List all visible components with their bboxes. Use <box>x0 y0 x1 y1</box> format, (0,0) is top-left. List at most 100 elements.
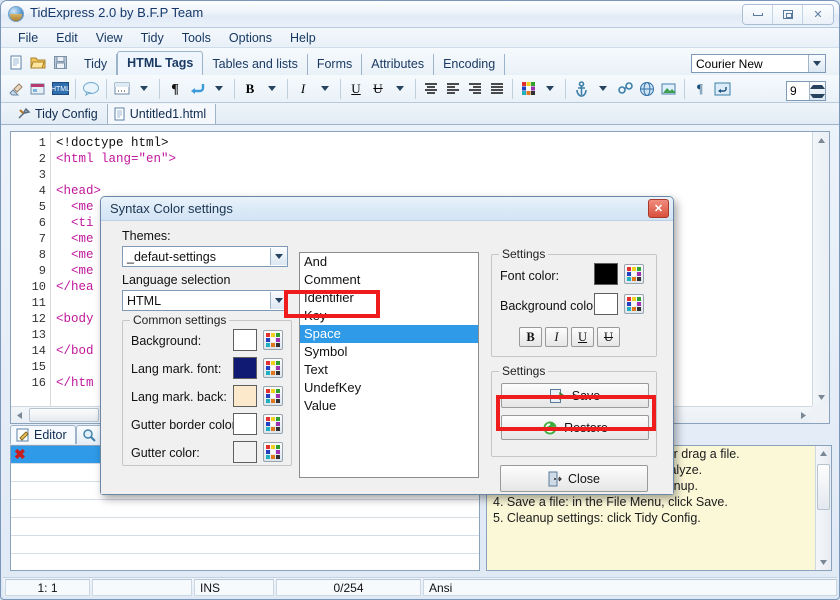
list-item-value[interactable]: Value <box>300 397 478 415</box>
menu-item-options[interactable]: Options <box>220 29 281 47</box>
bold-icon[interactable]: B <box>239 78 261 100</box>
bold-style-button[interactable]: B <box>519 327 542 347</box>
menu-item-help[interactable]: Help <box>281 29 325 47</box>
table-row[interactable] <box>11 518 479 536</box>
color-palette-icon[interactable] <box>517 78 539 100</box>
lang-mark-font-palette-icon[interactable] <box>263 358 283 378</box>
background-palette-icon[interactable] <box>263 330 283 350</box>
spinner-down[interactable] <box>810 91 825 100</box>
tab-forms[interactable]: Forms <box>308 54 363 75</box>
image-icon[interactable] <box>27 78 49 100</box>
table-row[interactable] <box>11 554 479 570</box>
list-item-and[interactable]: And <box>300 253 478 271</box>
list-item-space[interactable]: Space <box>300 325 478 343</box>
menu-item-view[interactable]: View <box>87 29 132 47</box>
image-insert-icon[interactable] <box>658 78 680 100</box>
anchor-icon[interactable] <box>570 78 592 100</box>
align-right-icon[interactable] <box>464 78 486 100</box>
menu-item-tools[interactable]: Tools <box>173 29 220 47</box>
chevron-down-icon[interactable] <box>270 248 287 265</box>
language-combo[interactable]: HTML <box>122 290 288 311</box>
maximize-button[interactable] <box>773 5 803 24</box>
spinner-arrows[interactable] <box>809 82 825 100</box>
gutter-color-palette-icon[interactable] <box>263 442 283 462</box>
list-item-identifier[interactable]: Identifier <box>300 289 478 307</box>
chevron-down-icon[interactable] <box>133 78 155 100</box>
editor-vertical-scrollbar[interactable] <box>812 132 829 406</box>
menu-item-file[interactable]: File <box>9 29 47 47</box>
scroll-right-icon[interactable] <box>795 407 812 424</box>
font-size-spinner[interactable]: 9 <box>786 81 826 101</box>
strikethrough-style-button[interactable]: U <box>597 327 620 347</box>
doc-tab-tidy-config[interactable]: Tidy Config <box>11 104 108 124</box>
link-icon[interactable] <box>614 78 636 100</box>
gutter-border-palette-icon[interactable] <box>263 414 283 434</box>
chevron-down-icon[interactable] <box>389 78 411 100</box>
tab-tidy[interactable]: Tidy <box>75 54 118 75</box>
doc-tab-untitled1-html[interactable]: Untitled1.html <box>107 104 217 124</box>
chevron-down-icon[interactable] <box>270 292 287 309</box>
tab-encoding[interactable]: Encoding <box>434 54 506 75</box>
scroll-up-icon[interactable] <box>813 132 830 149</box>
chevron-down-icon[interactable] <box>314 78 336 100</box>
list-item-symbol[interactable]: Symbol <box>300 343 478 361</box>
restore-button[interactable]: Restore <box>501 415 649 440</box>
font-name-combo[interactable]: Courier New <box>691 54 826 73</box>
div-icon[interactable] <box>111 78 133 100</box>
lang-mark-back-swatch[interactable] <box>233 385 257 407</box>
underline-style-button[interactable]: U <box>571 327 594 347</box>
font-color-palette-icon[interactable] <box>624 264 644 284</box>
table-row[interactable] <box>11 500 479 518</box>
scroll-down-icon[interactable] <box>816 555 831 570</box>
pilcrow-icon[interactable]: ¶ <box>689 78 711 100</box>
align-left-icon[interactable] <box>442 78 464 100</box>
tab-attributes[interactable]: Attributes <box>362 54 435 75</box>
gutter-color-swatch[interactable] <box>233 441 257 463</box>
new-file-icon[interactable] <box>5 51 27 73</box>
comment-icon[interactable] <box>80 78 102 100</box>
menu-item-edit[interactable]: Edit <box>47 29 87 47</box>
list-item-text[interactable]: Text <box>300 361 478 379</box>
open-folder-icon[interactable] <box>27 51 49 73</box>
lang-mark-back-palette-icon[interactable] <box>263 386 283 406</box>
spinner-up[interactable] <box>810 82 825 91</box>
lower-tab-editor[interactable]: Editor <box>10 425 76 444</box>
italic-style-button[interactable]: I <box>545 327 568 347</box>
chevron-down-icon[interactable] <box>592 78 614 100</box>
dialog-close-icon[interactable]: ✕ <box>648 199 669 218</box>
italic-icon[interactable]: I <box>292 78 314 100</box>
html-icon[interactable]: HTML <box>49 78 71 100</box>
table-row[interactable] <box>11 536 479 554</box>
list-item-undefkey[interactable]: UndefKey <box>300 379 478 397</box>
scroll-left-icon[interactable] <box>11 407 28 424</box>
align-justify-icon[interactable] <box>486 78 508 100</box>
list-item-comment[interactable]: Comment <box>300 271 478 289</box>
themes-combo[interactable]: _defaut-settings <box>122 246 288 267</box>
strikethrough-icon[interactable]: U <box>367 78 389 100</box>
underline-icon[interactable]: U <box>345 78 367 100</box>
list-item-key[interactable]: Key <box>300 307 478 325</box>
wordwrap-icon[interactable] <box>711 78 733 100</box>
chevron-down-icon[interactable] <box>808 55 825 72</box>
paragraph-icon[interactable]: ¶ <box>164 78 186 100</box>
background-swatch[interactable] <box>233 329 257 351</box>
globe-icon[interactable] <box>636 78 658 100</box>
horizontal-scroll-thumb[interactable] <box>29 408 99 422</box>
chevron-down-icon[interactable] <box>539 78 561 100</box>
font-color-swatch[interactable] <box>594 263 618 285</box>
tab-html-tags[interactable]: HTML Tags <box>117 51 204 75</box>
save-icon[interactable] <box>49 51 71 73</box>
save-button[interactable]: Save <box>501 383 649 408</box>
align-center-icon[interactable] <box>420 78 442 100</box>
menu-item-tidy[interactable]: Tidy <box>132 29 173 47</box>
eraser-icon[interactable] <box>5 78 27 100</box>
hints-scroll-thumb[interactable] <box>817 464 830 510</box>
scroll-down-icon[interactable] <box>813 389 830 406</box>
token-list[interactable]: And Comment Identifier Key Space Symbol … <box>299 252 479 478</box>
tab-tables-and-lists[interactable]: Tables and lists <box>203 54 308 75</box>
chevron-down-icon[interactable] <box>208 78 230 100</box>
background-color-swatch[interactable] <box>594 293 618 315</box>
minimize-button[interactable] <box>743 5 773 24</box>
scroll-up-icon[interactable] <box>816 446 831 461</box>
lang-mark-font-swatch[interactable] <box>233 357 257 379</box>
